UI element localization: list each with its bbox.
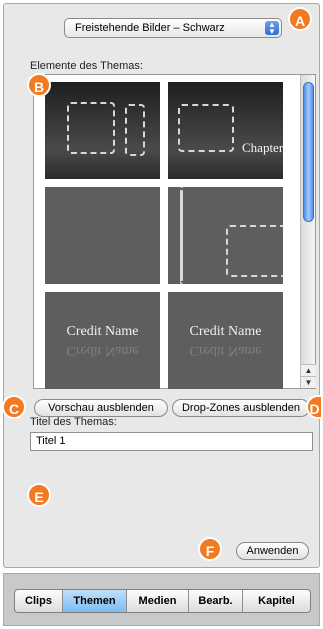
theme-thumbnail-blank[interactable] xyxy=(45,187,160,284)
callout-e: E xyxy=(27,483,51,507)
drop-zone-frame xyxy=(178,104,234,152)
hide-dropzones-button[interactable]: Drop-Zones ausblenden xyxy=(172,399,310,417)
apply-button[interactable]: Anwenden xyxy=(236,542,309,560)
chapter-title-text: Chapter Ti xyxy=(242,140,283,155)
tab-bar: Clips Themen Medien Bearb. Kapitel xyxy=(14,589,311,613)
theme-thumbnail-chapter[interactable]: Chapter Ti xyxy=(168,82,283,179)
callout-f: F xyxy=(198,537,222,561)
bottom-toolbar: Clips Themen Medien Bearb. Kapitel xyxy=(3,573,320,626)
scroll-down-arrow-icon[interactable]: ▼ xyxy=(301,376,316,388)
hide-preview-button[interactable]: Vorschau ausblenden xyxy=(34,399,168,417)
tab-medien[interactable]: Medien xyxy=(127,590,189,612)
theme-select-value: Freistehende Bilder – Schwarz xyxy=(75,22,225,34)
scroll-up-arrow-icon[interactable]: ▲ xyxy=(301,364,316,376)
drop-zone-frame xyxy=(67,102,115,154)
callout-a: A xyxy=(288,7,312,31)
vertical-scrollbar[interactable]: ▲ ▼ xyxy=(300,75,316,388)
theme-thumbnail-credits-2[interactable]: Credit Name Credit Name xyxy=(168,292,283,389)
credit-name-text: Credit Name xyxy=(189,324,262,339)
theme-select[interactable]: Freistehende Bilder – Schwarz ▲ ▼ xyxy=(64,18,282,38)
credit-reflection: Credit Name xyxy=(66,343,139,358)
callout-c: C xyxy=(2,395,26,419)
drop-zone-frame xyxy=(125,104,145,156)
callout-d: D xyxy=(306,395,323,419)
credit-reflection: Credit Name xyxy=(189,343,262,358)
updown-arrows-icon: ▲ ▼ xyxy=(265,21,279,36)
tab-themen[interactable]: Themen xyxy=(63,590,127,612)
theme-thumbnail-submenu[interactable] xyxy=(168,187,283,284)
credit-name-text: Credit Name xyxy=(66,324,139,339)
scroll-thumb[interactable] xyxy=(303,82,314,222)
callout-b: B xyxy=(27,73,51,97)
theme-thumbnail-credits[interactable]: Credit Name Credit Name xyxy=(45,292,160,389)
theme-title-label: Titel des Themas: xyxy=(30,416,117,428)
theme-title-input[interactable]: Titel 1 xyxy=(30,432,313,451)
tab-bearb[interactable]: Bearb. xyxy=(189,590,243,612)
elements-label: Elemente des Themas: xyxy=(30,60,143,72)
drop-zone-frame xyxy=(180,187,183,284)
theme-thumbnail-menu[interactable] xyxy=(45,82,160,179)
drop-zone-frame xyxy=(226,225,283,277)
tab-kapitel[interactable]: Kapitel xyxy=(243,590,310,612)
theme-elements-grid: Chapter Ti Credit Name Credit Name Credi… xyxy=(33,74,316,389)
tab-clips[interactable]: Clips xyxy=(15,590,63,612)
